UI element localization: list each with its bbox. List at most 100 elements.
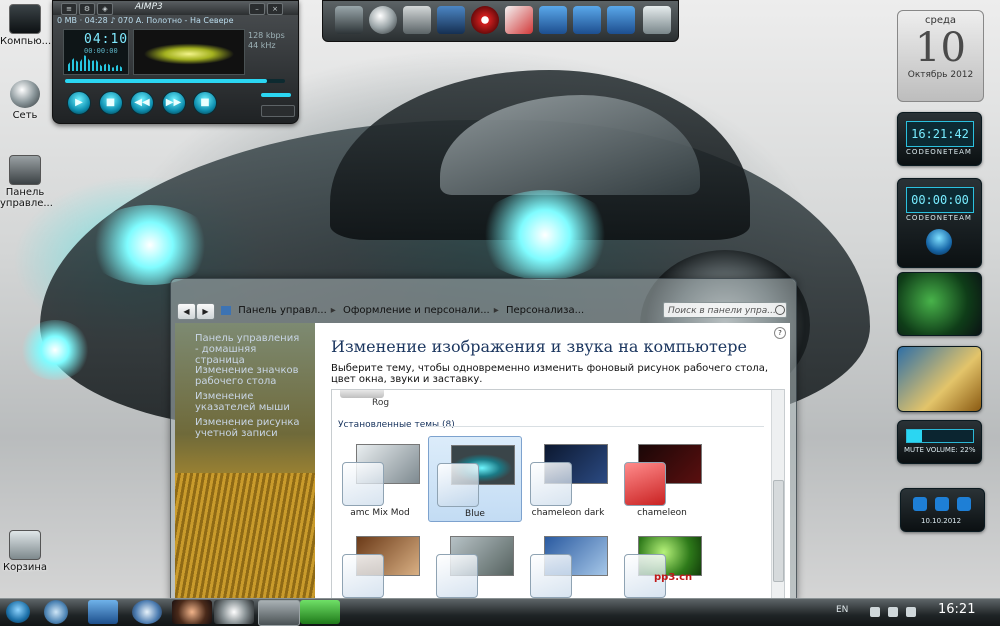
section-divider [424,426,764,427]
link-control-panel-home[interactable]: Панель управления - домашняя страница [195,333,305,366]
control-panel-icon [9,155,41,185]
scrollbar-thumb[interactable] [773,480,784,582]
css-icon[interactable] [505,6,533,34]
help-icon[interactable]: ? [774,327,786,339]
computer-icon[interactable] [335,6,363,34]
taskbar-media-icon[interactable] [172,600,212,624]
timer-gadget[interactable]: 00:00:00 CODEONETEAM [897,178,982,268]
breadcrumb-separator: ▸ [493,305,499,316]
desktop-icon-label: Панель управле... [0,187,53,209]
pictures-folder-icon[interactable] [607,6,635,34]
recycle-bin-icon[interactable] [643,6,671,34]
flag-icon[interactable] [870,607,880,617]
taskbar-search-icon[interactable] [132,600,162,624]
theme-tile[interactable]: chameleon dark [522,436,614,520]
aimp-menu-button[interactable]: ≡ [61,3,77,15]
desktop-icon-label: Корзина [2,562,48,573]
taskbar-globe-icon[interactable] [214,600,254,624]
restart-icon[interactable] [935,497,949,511]
slideshow-gadget[interactable] [897,272,982,336]
desktop-icon-control-panel[interactable]: Панель управле... [0,155,53,209]
language-indicator[interactable]: EN [836,605,848,615]
theme-tile[interactable]: pp3.cn [616,528,708,602]
lock-icon[interactable] [957,497,971,511]
desktop-icon-network[interactable]: Сеть [0,80,50,121]
settings-icon[interactable] [403,6,431,34]
stop-after-button[interactable]: ■ [193,91,217,115]
aimp-playlist-button[interactable] [261,105,295,117]
network-tray-icon[interactable] [888,607,898,617]
aimp-close-button[interactable]: × [267,3,283,15]
music-folder-icon[interactable] [573,6,601,34]
desktop-icon-label: Компью... [0,36,52,47]
taskbar-aimp-icon[interactable] [300,600,340,624]
aimp-eq-button[interactable]: ◈ [97,3,113,15]
play-button[interactable]: ▶ [67,91,91,115]
aimp-time: 04:10 [84,32,129,47]
system-tray: EN 16:21 [830,599,1000,626]
aimp-seek-bar[interactable] [65,79,285,83]
globe-icon[interactable] [369,6,397,34]
aimp-time-display: 04:10 00:00:00 [63,29,129,75]
picture-gadget[interactable] [897,346,982,412]
theme-window-color-swatch [530,462,572,506]
link-change-desktop-icons[interactable]: Изменение значков рабочего стола [195,365,305,387]
shutdown-icon[interactable] [913,497,927,511]
previous-button[interactable]: ◀◀ [130,91,154,115]
desktop-icon-recycle-bin[interactable]: Корзина [0,530,50,573]
theme-rog-label: Rog [372,398,390,408]
theme-rog-thumbnail[interactable] [340,390,384,398]
calendar-gadget[interactable]: среда 10 Октябрь 2012 [897,10,984,102]
back-button[interactable]: ◀ [177,303,196,320]
volume-bar[interactable] [906,429,974,443]
forward-button[interactable]: ▶ [196,303,215,320]
aimp-volume-slider[interactable] [261,93,291,97]
taskbar-clock[interactable]: 16:21 [938,602,975,617]
media-icon[interactable] [471,6,499,34]
aimp-titlebar[interactable]: ≡ ⚙ ◈ AIMP3 – × [53,1,298,15]
search-input[interactable]: Поиск в панели упра... [663,302,787,318]
breadcrumb-item[interactable]: Персонализа... [506,305,584,316]
theme-tile[interactable] [522,528,614,602]
next-button[interactable]: ▶▶ [161,91,186,115]
volume-tray-icon[interactable] [906,607,916,617]
volume-gadget[interactable]: MUTE VOLUME: 22% [897,420,982,464]
aimp-spectrum [68,55,124,71]
themes-scrollbar[interactable] [771,390,784,602]
clock-digits: 16:21:42 [906,121,974,147]
wallpaper-headlight [85,205,215,285]
theme-tile-selected[interactable]: Blue [428,436,522,522]
aimp-minimize-button[interactable]: – [249,3,265,15]
start-button[interactable] [6,601,30,623]
theme-tile[interactable] [428,528,520,602]
link-change-account-picture[interactable]: Изменение рисунка учетной записи [195,417,305,439]
joystick-icon[interactable] [437,6,465,34]
taskbar-home-icon[interactable] [88,600,118,624]
mute-volume-label: MUTE VOLUME: 22% [904,446,976,454]
power-gadget[interactable]: 10.10.2012 [900,488,985,532]
personalization-window[interactable]: ◀ ▶ Панель управл... ▸ Оформление и персо… [170,278,797,603]
link-change-mouse-pointers[interactable]: Изменение указателей мыши [195,391,305,413]
theme-window-color-swatch [342,554,384,598]
clock-gadget[interactable]: 16:21:42 CODEONETEAM [897,112,982,166]
taskbar-browser-icon[interactable] [44,600,68,624]
theme-name: chameleon [637,508,687,518]
theme-overlay-text: pp3.cn [654,572,693,583]
aimp-player[interactable]: ≡ ⚙ ◈ AIMP3 – × 0 MB · 04:28 ♪ 070 А. По… [52,0,299,124]
power-gadget-date: 10.10.2012 [921,517,962,525]
breadcrumb[interactable]: Панель управл... ▸ Оформление и персонали… [221,302,641,319]
desktop-icon-computer[interactable]: Компью... [0,4,52,47]
breadcrumb-item[interactable]: Панель управл... [238,305,327,316]
stop-button[interactable]: ■ [98,91,123,115]
taskbar-control-panel-icon[interactable] [258,600,300,626]
aimp-settings-button[interactable]: ⚙ [79,3,95,15]
timer-play-icon[interactable] [926,229,952,255]
folder-icon[interactable] [539,6,567,34]
theme-tile[interactable]: chameleon [616,436,708,520]
theme-tile[interactable] [334,528,426,602]
search-icon[interactable] [775,305,785,315]
aimp-controls: ▶ ■ ◀◀ ▶▶ ■ [67,91,221,115]
theme-tile[interactable]: amc Mix Mod [334,436,426,520]
breadcrumb-item[interactable]: Оформление и персонали... [343,305,490,316]
network-icon [10,80,40,108]
